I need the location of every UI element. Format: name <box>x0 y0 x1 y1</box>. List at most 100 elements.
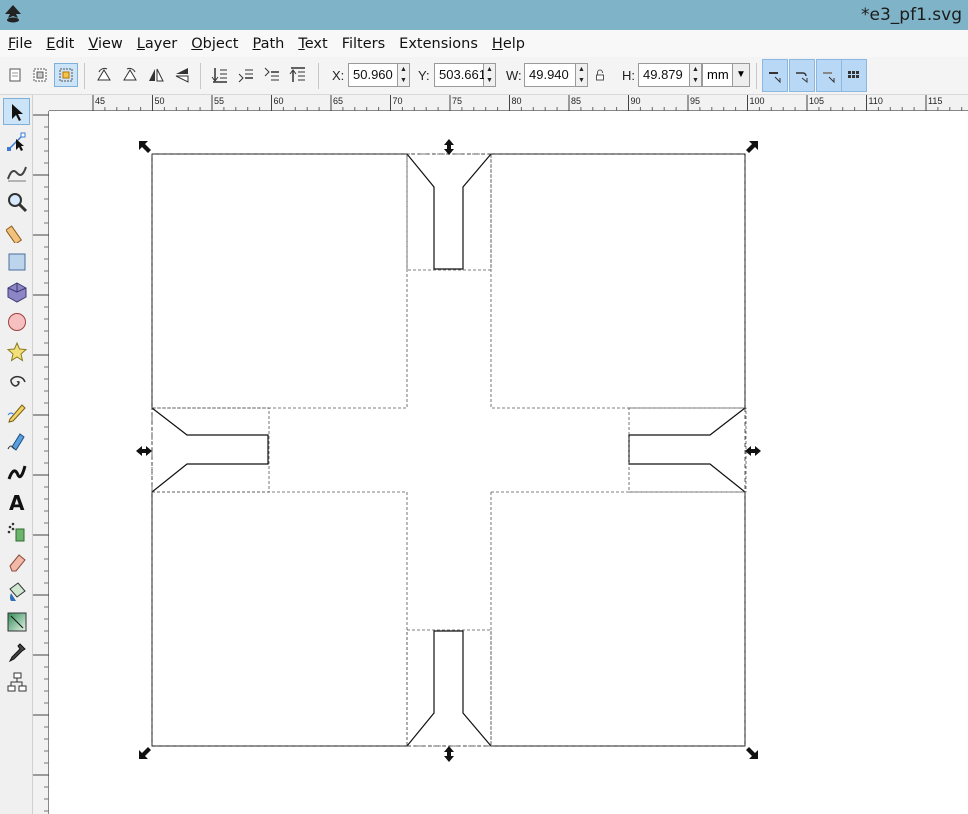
scale-radii-icon <box>796 71 808 83</box>
y-input[interactable]: 503.661 <box>434 63 486 87</box>
menu-object[interactable]: Object <box>191 36 238 52</box>
menu-file[interactable]: File <box>8 36 32 52</box>
pencil-tool-button[interactable] <box>3 398 30 425</box>
lock-proportions-button[interactable] <box>592 63 608 87</box>
ellipse-tool-button[interactable] <box>3 308 30 335</box>
transform-gradients-icon <box>823 71 835 83</box>
y-spinner[interactable]: ▲ ▼ <box>484 63 496 87</box>
ruler-label: 70 <box>393 96 403 106</box>
x-spinner[interactable]: ▲ ▼ <box>398 63 410 87</box>
lock-icon <box>596 69 604 81</box>
lower-icon <box>238 69 253 83</box>
eraser-tool-button[interactable] <box>3 548 30 575</box>
calligraphy-tool-icon <box>7 465 26 480</box>
inkscape-logo-icon <box>5 5 21 23</box>
select-all-layers-button[interactable] <box>28 63 52 87</box>
handle-bottom-left[interactable] <box>139 747 151 759</box>
x-input[interactable]: 50.960 <box>348 63 398 87</box>
handle-top-right[interactable] <box>746 141 758 153</box>
height-spinner[interactable]: ▲ ▼ <box>690 63 702 87</box>
flip-vertical-icon <box>175 68 189 83</box>
menu-help[interactable]: Help <box>492 36 525 52</box>
gradient-tool-icon <box>7 612 26 631</box>
ruler-label: 105 <box>809 96 824 106</box>
top-left-panel[interactable] <box>151 153 408 409</box>
menu-edit[interactable]: Edit <box>46 36 74 52</box>
raise-icon <box>264 67 279 81</box>
measure-tool-button[interactable] <box>3 218 30 245</box>
left-connector[interactable] <box>151 407 270 493</box>
scale-stroke-toggle[interactable] <box>762 59 788 92</box>
menu-path[interactable]: Path <box>252 36 284 52</box>
connector-tool-button[interactable] <box>3 668 30 695</box>
selector-tool-button[interactable] <box>3 98 30 125</box>
right-connector[interactable] <box>628 407 747 493</box>
scale-radii-toggle[interactable] <box>789 59 815 92</box>
rectangle-tool-button[interactable] <box>3 248 30 275</box>
tweak-tool-button[interactable] <box>3 158 30 185</box>
spray-tool-button[interactable] <box>3 518 30 545</box>
h-label: H: <box>622 68 635 83</box>
menu-text[interactable]: Text <box>298 36 327 52</box>
unit-select[interactable]: mm ▼ <box>702 63 750 87</box>
x-label: X: <box>332 68 345 83</box>
select-all-button[interactable] <box>3 63 27 87</box>
menu-bar: File Edit View Layer Object Path Text Fi… <box>0 30 968 57</box>
top-connector[interactable] <box>406 153 492 271</box>
rotate-ccw-button[interactable] <box>92 63 116 87</box>
rotate-cw-button[interactable] <box>118 63 142 87</box>
transform-gradients-toggle[interactable] <box>816 59 842 92</box>
dropper-tool-button[interactable] <box>3 638 30 665</box>
horizontal-ruler[interactable]: 45 50 55 60 65 70 75 80 85 90 95 100 105 110 115 <box>49 95 968 111</box>
top-right-panel[interactable] <box>490 153 746 409</box>
paint-bucket-tool-button[interactable] <box>3 578 30 605</box>
menu-filters[interactable]: Filters <box>342 36 385 52</box>
calligraphy-tool-button[interactable] <box>3 458 30 485</box>
measure-tool-icon <box>5 224 22 243</box>
ruler-label: 85 <box>571 96 581 106</box>
box3d-tool-button[interactable] <box>3 278 30 305</box>
chevron-down-icon: ▼ <box>732 64 749 86</box>
spray-tool-icon <box>7 522 24 541</box>
pencil-tool-icon <box>7 403 26 423</box>
toolbox: A <box>0 95 33 814</box>
menu-extensions[interactable]: Extensions <box>399 36 478 52</box>
pen-tool-button[interactable] <box>3 428 30 455</box>
handle-left-middle[interactable] <box>136 446 152 456</box>
lower-button[interactable] <box>234 63 258 87</box>
drawing-canvas[interactable] <box>50 112 968 814</box>
handle-right-middle[interactable] <box>745 446 761 456</box>
unit-value: mm <box>707 67 729 82</box>
text-tool-button[interactable]: A <box>3 488 30 515</box>
flip-horizontal-button[interactable] <box>144 63 168 87</box>
node-tool-button[interactable] <box>3 128 30 155</box>
transform-patterns-toggle[interactable] <box>841 59 867 92</box>
spiral-tool-button[interactable] <box>3 368 30 395</box>
vertical-ruler[interactable] <box>33 111 49 814</box>
zoom-tool-button[interactable] <box>3 188 30 215</box>
ruler-label: 100 <box>750 96 765 106</box>
height-input[interactable]: 49.879 <box>638 63 690 87</box>
bottom-left-panel[interactable] <box>151 491 408 747</box>
raise-button[interactable] <box>260 63 284 87</box>
width-spinner[interactable]: ▲ ▼ <box>576 63 588 87</box>
handle-bottom-right[interactable] <box>746 747 758 759</box>
ruler-label: 50 <box>155 96 165 106</box>
lower-to-bottom-button[interactable] <box>208 63 232 87</box>
menu-view[interactable]: View <box>88 36 122 52</box>
transform-patterns-icon <box>848 70 859 78</box>
bottom-right-panel[interactable] <box>490 491 746 747</box>
star-tool-button[interactable] <box>3 338 30 365</box>
handle-bottom-middle[interactable] <box>444 746 454 762</box>
handle-top-middle[interactable] <box>444 139 454 155</box>
width-input[interactable]: 49.940 <box>524 63 576 87</box>
select-all-layers-icon <box>33 68 47 82</box>
gradient-tool-button[interactable] <box>3 608 30 635</box>
handle-top-left[interactable] <box>139 141 151 153</box>
raise-to-top-button[interactable] <box>286 63 310 87</box>
menu-layer[interactable]: Layer <box>137 36 177 52</box>
deselect-button[interactable] <box>54 63 78 87</box>
bottom-connector[interactable] <box>406 629 492 747</box>
flip-vertical-button[interactable] <box>170 63 194 87</box>
tweak-tool-icon <box>6 166 27 181</box>
